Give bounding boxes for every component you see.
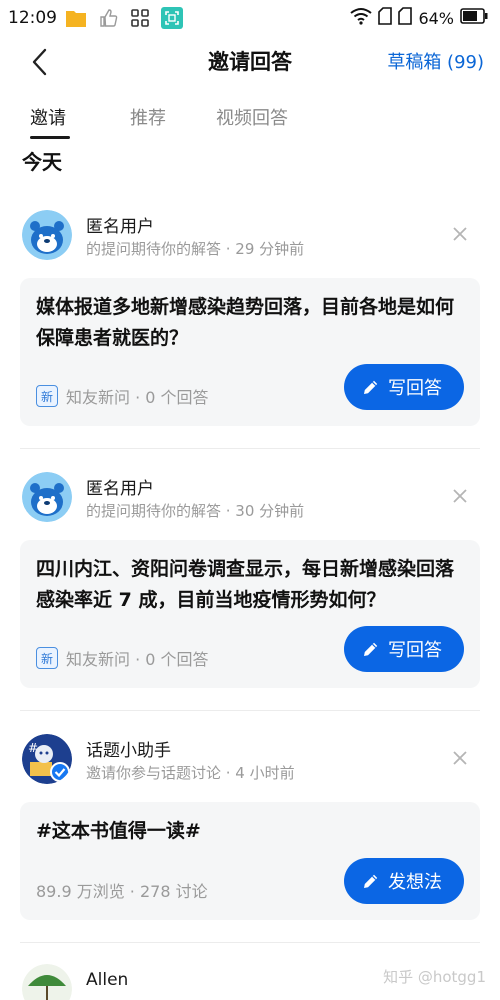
anonymous-bear-avatar-icon: [22, 472, 72, 522]
dismiss-button[interactable]: [450, 748, 470, 768]
pencil-icon: [364, 874, 378, 888]
section-title-today: 今天: [22, 150, 62, 174]
topic-title[interactable]: #这本书值得一读#: [36, 816, 464, 847]
question-title[interactable]: 四川内江、资阳问卷调查显示，每日新增感染回落感染率近 7 成，目前当地疫情形势如…: [36, 554, 464, 616]
apps-grid-icon: [129, 7, 151, 29]
invite-item: 匿名用户 的提问期待你的解答 · 29 分钟前 媒体报道多地新增感染趋势回落，目…: [0, 210, 500, 440]
tab-invite[interactable]: 邀请: [30, 104, 66, 130]
question-footer: 新 知友新问 · 0 个回答: [36, 646, 209, 670]
drafts-button[interactable]: 草稿箱 (99): [387, 48, 484, 74]
avatar[interactable]: [22, 210, 72, 260]
battery-level: 64%: [418, 8, 454, 28]
write-answer-label: 写回答: [388, 378, 442, 399]
new-badge: 新: [36, 647, 58, 669]
close-icon: [453, 227, 467, 241]
avatar[interactable]: #: [22, 734, 72, 784]
invite-meta: 邀请你参与话题讨论 · 4 小时前: [86, 764, 295, 782]
tab-active-indicator: [30, 136, 70, 139]
thumb-up-icon: [97, 7, 119, 29]
app-header: 邀请回答 草稿箱 (99): [0, 36, 500, 88]
svg-text:#: #: [28, 741, 38, 755]
pencil-icon: [364, 642, 378, 656]
question-card[interactable]: 四川内江、资阳问卷调查显示，每日新增感染回落感染率近 7 成，目前当地疫情形势如…: [20, 540, 480, 688]
wifi-icon: [350, 7, 373, 29]
invite-item: 匿名用户 的提问期待你的解答 · 30 分钟前 四川内江、资阳问卷调查显示，每日…: [0, 472, 500, 702]
user-name[interactable]: 匿名用户: [86, 474, 154, 499]
item-divider: [20, 942, 480, 943]
avatar[interactable]: [22, 964, 72, 1000]
watermark: 知乎 @hotgg1: [383, 968, 486, 986]
pencil-icon: [364, 380, 378, 394]
user-name[interactable]: Allen: [86, 970, 128, 990]
post-idea-button[interactable]: 发想法: [344, 858, 464, 904]
question-footer: 新 知友新问 · 0 个回答: [36, 384, 209, 408]
invite-meta: 的提问期待你的解答 · 29 分钟前: [86, 240, 305, 258]
folder-icon: [65, 7, 87, 29]
anonymous-bear-avatar-icon: [22, 210, 72, 260]
invite-meta: 的提问期待你的解答 · 30 分钟前: [86, 502, 305, 520]
sim-card-icon-2: [398, 7, 413, 29]
question-card[interactable]: 媒体报道多地新增感染趋势回落，目前各地是如何保障患者就医的？ 新 知友新问 · …: [20, 278, 480, 426]
topic-footer: 89.9 万浏览 · 278 讨论: [36, 878, 208, 902]
write-answer-button[interactable]: 写回答: [344, 364, 464, 410]
new-badge: 新: [36, 385, 58, 407]
umbrella-avatar-icon: [22, 964, 72, 1000]
question-title[interactable]: 媒体报道多地新增感染趋势回落，目前各地是如何保障患者就医的？: [36, 292, 464, 354]
topic-card[interactable]: #这本书值得一读# 89.9 万浏览 · 278 讨论 发想法: [20, 802, 480, 920]
topic-item: # 话题小助手 邀请你参与话题讨论 · 4 小时前 #这本书值得一读# 89.9…: [0, 734, 500, 924]
question-stats: 知友新问 · 0 个回答: [66, 388, 209, 407]
topic-assistant-avatar-icon: #: [22, 734, 72, 784]
tab-bar: 邀请 推荐 视频回答: [0, 96, 500, 139]
battery-icon: [460, 8, 488, 28]
dismiss-button[interactable]: [450, 224, 470, 244]
item-divider: [20, 448, 480, 449]
question-stats: 知友新问 · 0 个回答: [66, 650, 209, 669]
close-icon: [453, 751, 467, 765]
close-icon: [453, 489, 467, 503]
write-answer-label: 写回答: [388, 640, 442, 661]
item-divider: [20, 710, 480, 711]
status-time: 12:09: [8, 8, 57, 28]
scan-icon: [161, 7, 183, 29]
write-answer-button[interactable]: 写回答: [344, 626, 464, 672]
sim-card-icon: [378, 7, 393, 29]
tab-video-answer[interactable]: 视频回答: [216, 104, 288, 130]
status-bar: 12:09 64%: [0, 0, 500, 36]
avatar[interactable]: [22, 472, 72, 522]
post-idea-label: 发想法: [388, 872, 442, 893]
topic-stats: 89.9 万浏览 · 278 讨论: [36, 882, 208, 901]
user-name[interactable]: 话题小助手: [86, 736, 171, 761]
status-right-group: 64%: [350, 7, 488, 29]
tab-recommend[interactable]: 推荐: [130, 104, 166, 130]
user-name[interactable]: 匿名用户: [86, 212, 154, 237]
dismiss-button[interactable]: [450, 486, 470, 506]
